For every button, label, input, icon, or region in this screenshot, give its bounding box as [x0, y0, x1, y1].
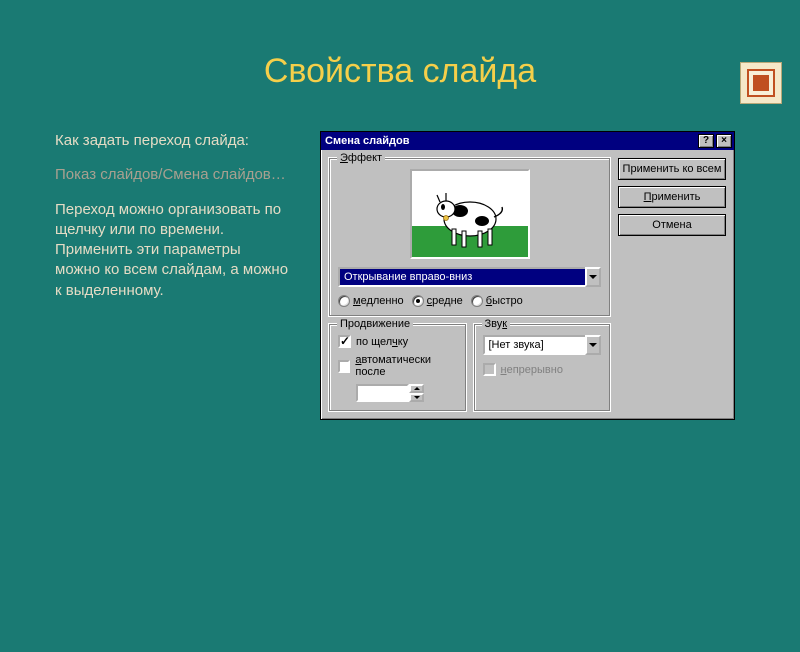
- desc-p3: Переход можно организовать по щелчку или…: [55, 200, 290, 301]
- speed-radios: медленно средне быстро: [338, 295, 601, 307]
- delay-field[interactable]: [356, 384, 424, 402]
- checkbox-icon: [483, 363, 496, 376]
- sound-selected: [Нет звука]: [483, 335, 586, 355]
- delay-value[interactable]: [356, 384, 409, 402]
- speed-fast-radio[interactable]: быстро: [471, 295, 523, 307]
- radio-icon: [471, 295, 483, 307]
- loop-sound-label: непрерывно: [501, 364, 563, 376]
- auto-after-checkbox[interactable]: автоматически после: [338, 354, 457, 378]
- effect-selected: Открывание вправо-вниз: [338, 267, 585, 287]
- advance-group-label: Продвижение: [337, 318, 413, 330]
- page-title: Свойства слайда: [0, 52, 800, 91]
- cancel-button[interactable]: Отмена: [618, 214, 726, 236]
- spin-up-icon[interactable]: [409, 384, 424, 393]
- auto-after-label: автоматически после: [355, 354, 456, 378]
- chevron-down-icon[interactable]: [585, 267, 601, 287]
- apply-button[interactable]: Применить: [618, 186, 726, 208]
- radio-icon: [338, 295, 350, 307]
- apply-all-button[interactable]: Применить ко всем: [618, 158, 726, 180]
- dialog-titlebar[interactable]: Смена слайдов ? ×: [321, 132, 734, 150]
- sound-combo[interactable]: [Нет звука]: [483, 335, 602, 355]
- radio-icon: [412, 295, 424, 307]
- effect-group-label: Эффект: [337, 152, 385, 164]
- desc-p1: Как задать переход слайда:: [55, 131, 290, 151]
- speed-slow-radio[interactable]: медленно: [338, 295, 404, 307]
- close-button[interactable]: ×: [716, 134, 732, 148]
- on-click-checkbox[interactable]: по щелчку: [338, 335, 457, 348]
- checkbox-icon: [338, 335, 351, 348]
- transition-preview[interactable]: [410, 169, 530, 259]
- slide-transition-dialog: Смена слайдов ? × Эффект: [320, 131, 735, 420]
- chevron-down-icon[interactable]: [585, 335, 601, 355]
- speed-fast-label: быстро: [486, 295, 523, 307]
- presentation-icon: [740, 62, 782, 104]
- speed-slow-label: медленно: [353, 295, 404, 307]
- on-click-label: по щелчку: [356, 336, 408, 348]
- advance-group: Продвижение по щелчку автоматически посл…: [329, 324, 466, 411]
- dialog-title: Смена слайдов: [325, 135, 696, 147]
- speed-medium-label: средне: [427, 295, 463, 307]
- delay-spinner[interactable]: [409, 384, 424, 402]
- help-button[interactable]: ?: [698, 134, 714, 148]
- sound-group: Звук [Нет звука] непрерывно: [474, 324, 611, 411]
- effect-combo[interactable]: Открывание вправо-вниз: [338, 267, 601, 287]
- effect-group: Эффект: [329, 158, 610, 316]
- description-text: Как задать переход слайда: Показ слайдов…: [55, 131, 290, 420]
- desc-p2: Показ слайдов/Смена слайдов…: [55, 165, 290, 185]
- speed-medium-radio[interactable]: средне: [412, 295, 463, 307]
- checkbox-icon: [338, 360, 350, 373]
- sound-group-label: Звук: [482, 318, 511, 330]
- loop-sound-checkbox: непрерывно: [483, 363, 602, 376]
- spin-down-icon[interactable]: [409, 393, 424, 402]
